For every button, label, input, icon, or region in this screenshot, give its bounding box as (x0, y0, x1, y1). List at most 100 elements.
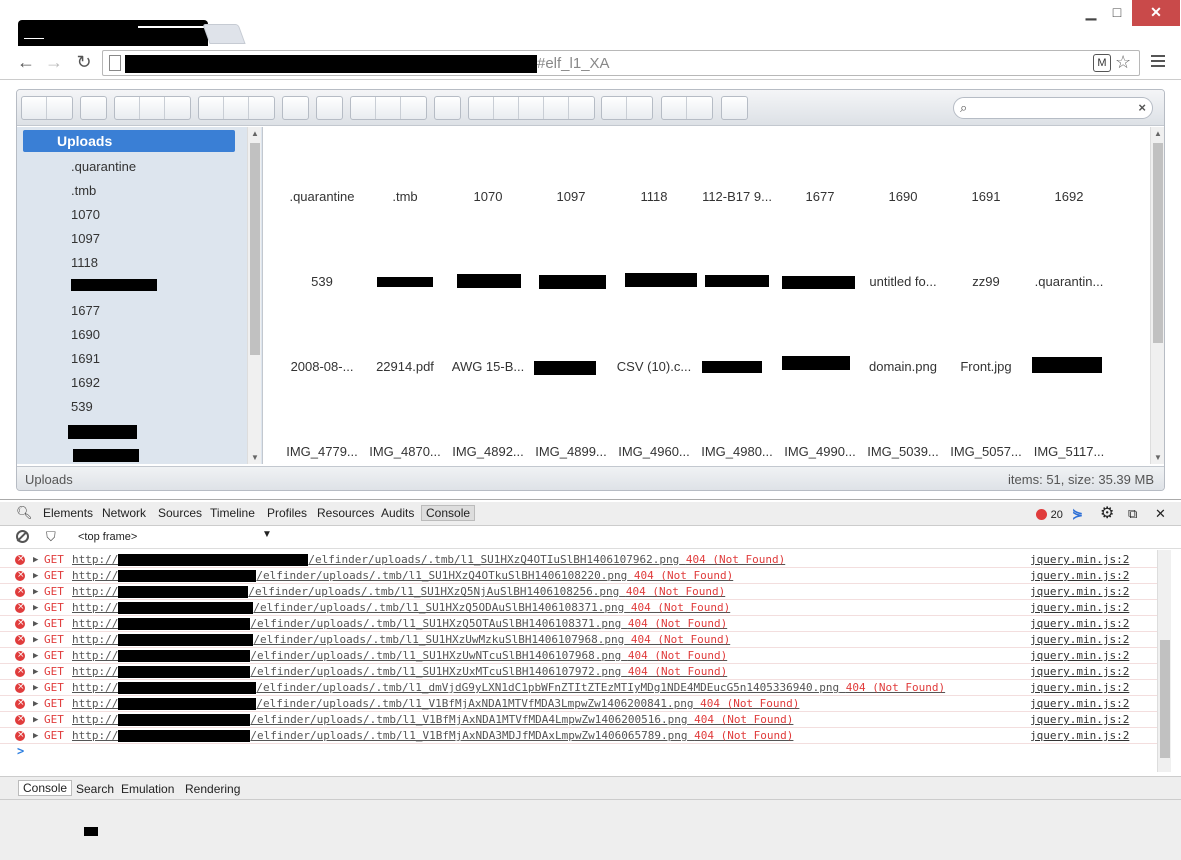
rename-button[interactable] (494, 97, 519, 119)
drawer-tab-rendering[interactable]: Rendering (185, 782, 240, 796)
expand-arrow-icon[interactable]: ▶ (33, 552, 38, 568)
address-bar[interactable]: #elf_l1_XA M ☆ (102, 50, 1140, 76)
source-link[interactable]: jquery.min.js:2 (1030, 680, 1129, 696)
source-link[interactable]: jquery.min.js:2 (1030, 712, 1129, 728)
tab-elements[interactable]: Elements (43, 506, 93, 520)
console-prompt[interactable]: > (17, 744, 24, 758)
scroll-up-arrow-icon[interactable]: ▲ (1154, 129, 1162, 138)
file-item[interactable]: 1070 (448, 189, 528, 204)
finder-search[interactable]: ⌕ × (953, 97, 1153, 119)
info-button[interactable] (283, 97, 308, 119)
scroll-down-arrow-icon[interactable]: ▼ (251, 453, 259, 462)
quicklook-button[interactable] (317, 97, 342, 119)
drawer-tab-search[interactable]: Search (76, 782, 114, 796)
expand-arrow-icon[interactable]: ▶ (33, 728, 38, 744)
file-item[interactable]: 112-B17 9... (697, 189, 777, 204)
expand-arrow-icon[interactable]: ▶ (33, 616, 38, 632)
scroll-up-arrow-icon[interactable]: ▲ (251, 129, 259, 138)
close-window-icon[interactable]: ✕ (1132, 0, 1180, 26)
request-url[interactable]: http:// /elfinder/uploads/.tmb/l1_SU1HXzQ… (72, 616, 727, 632)
file-item[interactable]: CSV (10).c... (614, 359, 694, 374)
file-item[interactable]: 1677 (780, 189, 860, 204)
source-link[interactable]: jquery.min.js:2 (1030, 600, 1129, 616)
expand-arrow-icon[interactable]: ▶ (33, 632, 38, 648)
filter-funnel-icon[interactable]: ⛉ (46, 529, 56, 545)
request-url[interactable]: http:// /elfinder/uploads/.tmb/l1_SU1HXzQ… (72, 600, 730, 616)
console-error-row[interactable]: ▶ GET http:// /elfinder/uploads/.tmb/l1_SU1… (0, 551, 1157, 568)
source-link[interactable]: jquery.min.js:2 (1030, 552, 1129, 568)
file-item[interactable]: IMG_5057... (946, 444, 1026, 459)
file-item[interactable]: IMG_4892... (448, 444, 528, 459)
file-item[interactable]: domain.png (863, 359, 943, 374)
source-link[interactable]: jquery.min.js:2 (1030, 568, 1129, 584)
console-scrollbar[interactable] (1157, 550, 1171, 772)
settings-gear-icon[interactable]: ⚙ (1100, 503, 1114, 523)
open-button[interactable] (199, 97, 224, 119)
source-link[interactable]: jquery.min.js:2 (1030, 616, 1129, 632)
tree-root-uploads[interactable]: Uploads (23, 130, 235, 152)
tree-item[interactable]: 1692 (71, 375, 100, 390)
chevron-down-icon[interactable]: ▼ (262, 529, 272, 540)
source-link[interactable]: jquery.min.js:2 (1030, 584, 1129, 600)
upload-button[interactable] (165, 97, 190, 119)
tab-audits[interactable]: Audits (381, 506, 414, 520)
source-link[interactable]: jquery.min.js:2 (1030, 632, 1129, 648)
tab-console[interactable]: Console (421, 505, 476, 521)
tab-sources[interactable]: Sources (158, 506, 202, 520)
finder-search-input[interactable] (976, 100, 1126, 116)
console-error-row[interactable]: ▶ GET http:// /elfinder/uploads/.tmb/l1_SU1… (0, 599, 1157, 616)
resize-button[interactable] (544, 97, 569, 119)
edit-button[interactable] (519, 97, 544, 119)
file-item[interactable]: 1118 (614, 189, 694, 204)
source-link[interactable]: jquery.min.js:2 (1030, 696, 1129, 712)
tree-item[interactable]: 1070 (71, 207, 100, 222)
maximize-icon[interactable]: □ (1104, 0, 1130, 26)
file-item[interactable]: Front.jpg (946, 359, 1026, 374)
cut-button[interactable] (376, 97, 401, 119)
console-error-row[interactable]: ▶ GET http:// /elfinder/uploads/.tmb/l1_SU1… (0, 663, 1157, 680)
mkfile-button[interactable] (140, 97, 165, 119)
file-item[interactable]: 2008-08-... (282, 359, 362, 374)
console-drawer-icon[interactable]: ⋟ (1072, 506, 1083, 522)
forward-arrow-icon[interactable]: → (42, 50, 66, 74)
expand-arrow-icon[interactable]: ▶ (33, 680, 38, 696)
file-item[interactable]: AWG 15-B... (448, 359, 528, 374)
tree-item[interactable]: 1691 (71, 351, 100, 366)
back-arrow-icon[interactable]: ← (14, 50, 38, 74)
console-error-row[interactable]: ▶ GET http:// /elfinder/uploads/.tmb/l1_SU1… (0, 647, 1157, 664)
file-item[interactable]: .quarantine (282, 189, 362, 204)
source-link[interactable]: jquery.min.js:2 (1030, 728, 1129, 744)
file-item[interactable]: 1097 (531, 189, 611, 204)
file-item[interactable]: IMG_4960... (614, 444, 694, 459)
tree-scrollbar[interactable]: ▲ ▼ (247, 127, 261, 464)
tree-item[interactable]: .quarantine (71, 159, 136, 174)
request-url[interactable]: http:// /elfinder/uploads/.tmb/l1_SU1HXzU… (72, 648, 727, 664)
request-url[interactable]: http:// /elfinder/uploads/.tmb/l1_SU1HXzU… (72, 664, 727, 680)
tab-resources[interactable]: Resources (317, 506, 374, 520)
browser-tab-active[interactable] (18, 20, 218, 46)
paste-button[interactable] (401, 97, 426, 119)
bookmark-star-icon[interactable]: ☆ (1115, 52, 1131, 73)
request-url[interactable]: http:// /elfinder/uploads/.tmb/l1_dmVjdG9… (72, 680, 945, 696)
extension-icon[interactable]: M (1093, 54, 1111, 72)
file-item[interactable]: 22914.pdf (365, 359, 445, 374)
request-url[interactable]: http:// /elfinder/uploads/.tmb/l1_V1BfMjA… (72, 728, 793, 744)
console-error-row[interactable]: ▶ GET http:// /elfinder/uploads/.tmb/l1_V1B… (0, 695, 1157, 712)
view-button[interactable] (662, 97, 687, 119)
request-url[interactable]: http:// /elfinder/uploads/.tmb/l1_SU1HXzU… (72, 632, 730, 648)
help-button[interactable] (722, 97, 747, 119)
frame-selector[interactable]: <top frame> (78, 531, 137, 543)
request-url[interactable]: http:// /elfinder/uploads/.tmb/l1_SU1HXzQ… (72, 584, 725, 600)
extract-button[interactable] (602, 97, 627, 119)
file-item[interactable]: IMG_4899... (531, 444, 611, 459)
tree-item[interactable]: 1097 (71, 231, 100, 246)
request-url[interactable]: http:// /elfinder/uploads/.tmb/l1_V1BfMjA… (72, 712, 793, 728)
clear-console-icon[interactable] (16, 530, 29, 543)
drawer-tab-console[interactable]: Console (18, 780, 73, 796)
files-scrollbar[interactable]: ▲ ▼ (1150, 127, 1164, 464)
file-item[interactable]: IMG_4990... (780, 444, 860, 459)
request-url[interactable]: http:// /elfinder/uploads/.tmb/l1_SU1HXzQ… (72, 552, 785, 568)
drawer-tab-emulation[interactable]: Emulation (121, 782, 174, 796)
expand-arrow-icon[interactable]: ▶ (33, 696, 38, 712)
file-item[interactable]: IMG_4870... (365, 444, 445, 459)
